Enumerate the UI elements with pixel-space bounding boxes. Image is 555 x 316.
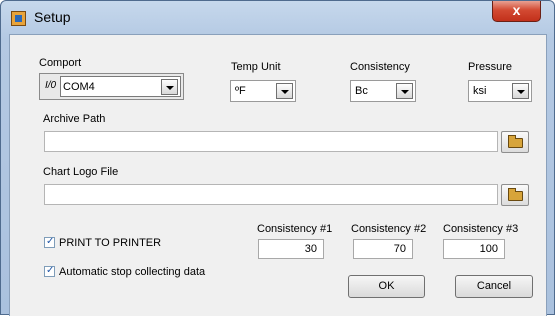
consistency-2-label: Consistency #2	[351, 223, 427, 235]
comport-value: COM4	[63, 81, 95, 93]
consistency-label: Consistency	[350, 61, 410, 73]
checkmark-icon: ✓	[46, 236, 55, 247]
chart-logo-browse-button[interactable]	[501, 184, 529, 206]
dialog-body: Comport I/0 COM4 Temp Unit ºF Consistenc…	[9, 34, 547, 316]
io-icon: I/0	[45, 80, 57, 91]
archive-browse-button[interactable]	[501, 131, 529, 153]
folder-icon	[508, 135, 523, 148]
consistency-unit-select[interactable]: Bc	[350, 80, 416, 102]
app-icon	[11, 11, 26, 26]
pressure-value: ksi	[473, 85, 487, 97]
consistency-1-label: Consistency #1	[257, 223, 333, 235]
consistency-1-input[interactable]: 30	[258, 239, 324, 259]
chevron-down-icon[interactable]	[276, 83, 293, 99]
temp-unit-value: ºF	[235, 85, 246, 97]
pressure-select[interactable]: ksi	[468, 80, 532, 102]
print-to-printer-label[interactable]: PRINT TO PRINTER	[59, 237, 161, 249]
chart-logo-input[interactable]	[44, 184, 498, 205]
auto-stop-label[interactable]: Automatic stop collecting data	[59, 266, 205, 278]
archive-path-input[interactable]	[44, 131, 498, 152]
print-to-printer-checkbox[interactable]: ✓	[44, 236, 55, 248]
comport-select[interactable]: COM4	[60, 76, 181, 97]
archive-path-label: Archive Path	[43, 113, 106, 125]
auto-stop-checkbox[interactable]: ✓	[44, 265, 55, 277]
ok-button[interactable]: OK	[348, 275, 425, 298]
checkmark-icon: ✓	[46, 265, 55, 276]
comport-frame: I/0 COM4	[39, 73, 184, 100]
chevron-down-icon[interactable]	[396, 83, 413, 99]
comport-label: Comport	[39, 57, 82, 69]
temp-unit-select[interactable]: ºF	[230, 80, 296, 102]
consistency-3-label: Consistency #3	[443, 223, 519, 235]
chevron-down-icon[interactable]	[161, 79, 178, 95]
pressure-label: Pressure	[468, 61, 513, 73]
cancel-button[interactable]: Cancel	[455, 275, 533, 298]
close-button[interactable]: x	[492, 1, 541, 22]
chart-logo-label: Chart Logo File	[43, 166, 119, 178]
consistency-unit-value: Bc	[355, 85, 368, 97]
consistency-2-input[interactable]: 70	[353, 239, 413, 259]
folder-icon	[508, 188, 523, 201]
title-bar[interactable]: Setup x	[1, 1, 554, 35]
setup-window: Setup x Comport I/0 COM4 Temp Unit ºF Co…	[0, 0, 555, 316]
chevron-down-icon[interactable]	[512, 83, 529, 99]
temp-unit-label: Temp Unit	[231, 61, 281, 73]
consistency-3-input[interactable]: 100	[443, 239, 505, 259]
window-title: Setup	[34, 9, 71, 25]
